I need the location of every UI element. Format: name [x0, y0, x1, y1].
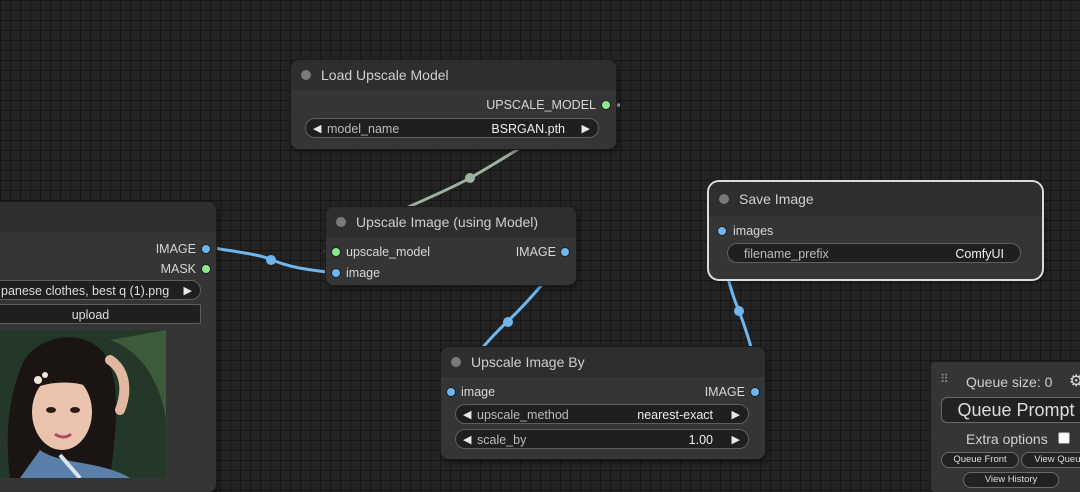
link-midpoint-image-1	[266, 255, 276, 265]
next-arrow-icon[interactable]: ▶	[184, 281, 192, 301]
queue-panel: ⠿ Queue size: 0 ⚙ Queue Prompt Extra opt…	[931, 362, 1080, 492]
output-mask-label: MASK	[160, 262, 196, 276]
output-upscale-model-label: UPSCALE_MODEL	[486, 98, 596, 112]
view-history-label: View History	[984, 474, 1038, 485]
model-name-value: BSRGAN.pth	[491, 122, 565, 136]
upscale-image-by-node[interactable]: Upscale Image By image IMAGE ◀ upscale_m…	[441, 347, 765, 459]
filename-prefix-label: filename_prefix	[744, 247, 829, 261]
input-image-label: image	[346, 266, 381, 280]
node-graph-canvas[interactable]: IMAGE MASK panese clothes, best q (1).pn…	[0, 0, 1080, 492]
view-queue-label: View Queue	[1034, 454, 1080, 465]
load-upscale-model-node[interactable]: Load Upscale Model UPSCALE_MODEL ◀ model…	[291, 60, 616, 149]
output-image-slot[interactable]	[561, 248, 569, 256]
image-select-value: panese clothes, best q (1).png	[1, 284, 170, 298]
link-midpoint-image-3	[734, 306, 744, 316]
input-image-slot[interactable]	[332, 269, 340, 277]
input-image-label: image	[461, 385, 496, 399]
output-image-label: IMAGE	[155, 242, 196, 256]
upscale-image-using-model-node[interactable]: Upscale Image (using Model) upscale_mode…	[326, 207, 576, 285]
filename-prefix-widget[interactable]: filename_prefix ComfyUI	[727, 243, 1021, 263]
extra-options-checkbox[interactable]	[1058, 432, 1070, 444]
input-upscale-model-label: upscale_model	[346, 245, 431, 259]
next-arrow-icon[interactable]: ▶	[582, 119, 590, 139]
upscale-image-using-model-title-text: Upscale Image (using Model)	[356, 214, 539, 230]
next-arrow-icon[interactable]: ▶	[732, 405, 740, 425]
scale-by-value: 1.00	[688, 433, 713, 447]
input-images-label: images	[733, 224, 774, 238]
settings-gear-icon[interactable]: ⚙	[1069, 371, 1080, 391]
queue-prompt-label: Queue Prompt	[957, 400, 1075, 420]
upscale-method-label: upscale_method	[477, 408, 569, 422]
output-upscale-model-slot[interactable]	[602, 101, 610, 109]
link-load-image-to-upscale	[205, 245, 337, 275]
scale-by-label: scale_by	[477, 433, 527, 447]
extra-options-label: Extra options	[966, 431, 1048, 447]
upscale-image-using-model-title[interactable]: Upscale Image (using Model)	[326, 207, 576, 237]
input-images-slot[interactable]	[718, 227, 726, 235]
drag-handle-icon[interactable]: ⠿	[940, 372, 949, 386]
model-name-widget[interactable]: ◀ model_name BSRGAN.pth ▶	[305, 118, 599, 138]
upscale-image-by-title-text: Upscale Image By	[471, 354, 585, 370]
output-image-label: IMAGE	[704, 385, 745, 399]
upload-label: upload	[71, 308, 110, 322]
portrait-illustration	[0, 330, 166, 478]
collapse-dot-icon[interactable]	[301, 70, 311, 80]
upscale-method-widget[interactable]: ◀ upscale_method nearest-exact ▶	[455, 404, 749, 424]
input-image-slot[interactable]	[447, 388, 455, 396]
prev-arrow-icon[interactable]: ◀	[463, 405, 471, 425]
queue-front-label: Queue Front	[953, 454, 1007, 465]
link-midpoint-model	[465, 173, 475, 183]
view-history-button[interactable]: View History	[963, 472, 1059, 488]
queue-front-button[interactable]: Queue Front	[941, 452, 1019, 468]
image-select-widget[interactable]: panese clothes, best q (1).png ▶	[0, 280, 201, 300]
prev-arrow-icon[interactable]: ◀	[313, 119, 321, 139]
link-midpoint-image-2	[503, 317, 513, 327]
filename-prefix-value: ComfyUI	[955, 247, 1004, 261]
load-upscale-model-title-text: Load Upscale Model	[321, 67, 449, 83]
next-arrow-icon[interactable]: ▶	[732, 430, 740, 450]
load-image-title[interactable]	[0, 202, 216, 232]
load-upscale-model-title[interactable]: Load Upscale Model	[291, 60, 616, 90]
save-image-title-text: Save Image	[739, 191, 814, 207]
model-name-label: model_name	[327, 122, 400, 136]
input-upscale-model-slot[interactable]	[332, 248, 340, 256]
save-image-title[interactable]: Save Image	[709, 182, 1042, 216]
queue-size-label: Queue size: 0	[966, 374, 1053, 390]
output-image-slot[interactable]	[751, 388, 759, 396]
upscale-image-by-title[interactable]: Upscale Image By	[441, 347, 765, 377]
queue-prompt-button[interactable]: Queue Prompt	[941, 397, 1080, 423]
image-preview	[0, 330, 166, 478]
save-image-node[interactable]: Save Image images filename_prefix ComfyU…	[709, 182, 1042, 279]
scale-by-widget[interactable]: ◀ scale_by 1.00 ▶	[455, 429, 749, 449]
view-queue-button[interactable]: View Queue	[1021, 452, 1080, 468]
output-mask-slot[interactable]	[202, 265, 210, 273]
output-image-slot[interactable]	[202, 245, 210, 253]
output-image-label: IMAGE	[515, 245, 556, 259]
collapse-dot-icon[interactable]	[336, 217, 346, 227]
upscale-method-value: nearest-exact	[637, 408, 713, 422]
upload-button[interactable]: upload	[0, 304, 201, 324]
collapse-dot-icon[interactable]	[451, 357, 461, 367]
prev-arrow-icon[interactable]: ◀	[463, 430, 471, 450]
collapse-dot-icon[interactable]	[719, 194, 729, 204]
